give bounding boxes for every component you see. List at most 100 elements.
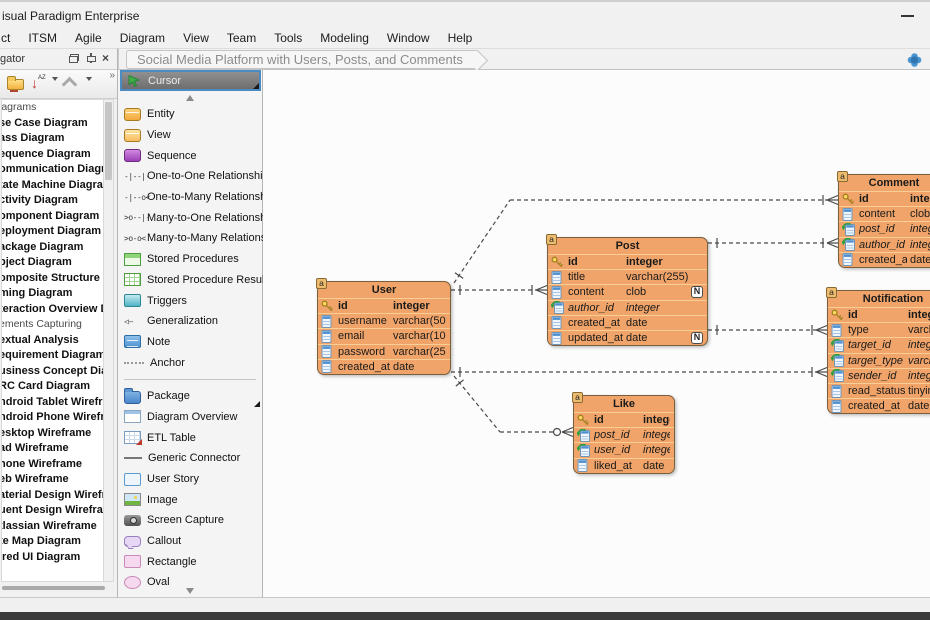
dropdown-caret-icon[interactable] [52, 81, 58, 99]
nav-item-ad-wireframe[interactable]: ad Wireframe [1, 441, 104, 457]
pin-icon[interactable] [86, 53, 95, 63]
nav-item-tate-machine-diagram[interactable]: tate Machine Diagram [1, 178, 104, 194]
nav-item-bject-diagram[interactable]: bject Diagram [1, 255, 104, 271]
tool-cursor[interactable]: Cursor [120, 70, 261, 91]
entity-column-row[interactable]: author_idinteger [839, 237, 930, 252]
entity-column-row[interactable]: user_idinteger [574, 442, 674, 457]
nav-item-rc-card-diagram[interactable]: RC Card Diagram [1, 379, 104, 395]
open-folder-icon[interactable] [7, 79, 24, 90]
entity-column-row[interactable]: liked_atdate [574, 458, 674, 473]
tool-stored-procedures[interactable]: Stored Procedures [124, 249, 260, 270]
tool-anchor[interactable]: Anchor [124, 352, 260, 373]
menu-item-window[interactable]: Window [378, 29, 439, 47]
dropdown-caret-icon[interactable] [86, 81, 92, 99]
nav-item-usiness-concept-diagram[interactable]: usiness Concept Diagram [1, 364, 104, 380]
entity-column-row[interactable]: usernamevarchar(50) [318, 313, 450, 328]
entity-column-row[interactable]: created_atdate [839, 252, 930, 267]
tool-etl-table[interactable]: ETL Table [124, 427, 260, 448]
navigator-vertical-scrollbar[interactable] [103, 99, 114, 582]
entity-column-row[interactable]: author_idinteger [548, 300, 707, 315]
nav-item-eb-wireframe[interactable]: eb Wireframe [1, 472, 104, 488]
nav-item-omposite-structure-diagram[interactable]: omposite Structure Diagram [1, 271, 104, 287]
menu-item-itsm[interactable]: ITSM [19, 29, 66, 47]
nav-item-ndroid-tablet-wireframe[interactable]: ndroid Tablet Wireframe [1, 395, 104, 411]
nav-item-te-map-diagram[interactable]: te Map Diagram [1, 534, 104, 550]
entity-column-row[interactable]: idinteger [318, 298, 450, 313]
connector-post-notification[interactable] [708, 325, 827, 335]
tool-image[interactable]: Image [124, 489, 260, 510]
entity-column-row[interactable]: idinteger [574, 412, 674, 427]
entity-column-row[interactable]: idinteger [828, 307, 930, 322]
nav-item-esktop-wireframe[interactable]: esktop Wireframe [1, 426, 104, 442]
tool-diagram-overview[interactable]: Diagram Overview [124, 407, 260, 428]
navigator-horizontal-scrollbar[interactable] [1, 584, 115, 593]
entity-column-row[interactable]: target_typevarchar [828, 353, 930, 368]
palette-scroll-up[interactable] [118, 95, 262, 101]
connector-user-notification[interactable] [451, 367, 827, 377]
tool-user-story[interactable]: User Story [124, 469, 260, 490]
nav-item-ndroid-phone-wireframe[interactable]: ndroid Phone Wireframe [1, 410, 104, 426]
entity-user[interactable]: aUseridintegerusernamevarchar(50)emailva… [317, 281, 451, 375]
entity-column-row[interactable]: created_atdate [828, 398, 930, 413]
entity-column-row[interactable]: created_atdate [318, 359, 450, 374]
menu-item-view[interactable]: View [174, 29, 218, 47]
nav-item-iagrams[interactable]: iagrams [1, 100, 104, 116]
nav-item-ired-ui-diagram[interactable]: ired UI Diagram [1, 550, 104, 566]
entity-column-row[interactable]: updated_atdateN [548, 330, 707, 345]
tool-callout[interactable]: Callout [124, 531, 260, 552]
entity-column-row[interactable]: titlevarchar(255) [548, 269, 707, 284]
entity-post[interactable]: aPostidintegertitlevarchar(255)contentcl… [547, 237, 708, 346]
nav-item-ctivity-diagram[interactable]: ctivity Diagram [1, 193, 104, 209]
menu-item-diagram[interactable]: Diagram [111, 29, 174, 47]
tool-many-to-many-relationship[interactable]: >o-o<Many-to-Many Relationship [124, 228, 260, 249]
tool-one-to-many-relationship[interactable]: -|--o<One-to-Many Relationship [124, 187, 260, 208]
close-icon[interactable]: × [102, 54, 109, 63]
nav-item-aterial-design-wireframe[interactable]: aterial Design Wireframe [1, 488, 104, 504]
menu-item-agile[interactable]: Agile [66, 29, 111, 47]
nav-item-hone-wireframe[interactable]: hone Wireframe [1, 457, 104, 473]
entity-column-row[interactable]: target_idinteger [828, 337, 930, 352]
tool-package[interactable]: Package [124, 386, 260, 407]
menu-item-tools[interactable]: Tools [265, 29, 311, 47]
menu-item-ct[interactable]: ct [0, 29, 19, 47]
tool-note[interactable]: Note [124, 332, 260, 353]
entity-column-row[interactable]: contentclob [839, 206, 930, 221]
tool-stored-procedure-resultset[interactable]: Stored Procedure ResultSet [124, 270, 260, 291]
tool-generalization[interactable]: ◁—Generalization [124, 311, 260, 332]
nav-item-uent-design-wireframe[interactable]: uent Design Wireframe [1, 503, 104, 519]
nav-item-ackage-diagram[interactable]: ackage Diagram [1, 240, 104, 256]
collapse-icon[interactable] [63, 77, 75, 85]
palette-scroll-down[interactable] [118, 588, 262, 594]
entity-column-row[interactable]: post_idinteger [574, 427, 674, 442]
entity-like[interactable]: aLikeidintegerpost_idintegeruser_idinteg… [573, 395, 675, 474]
menu-item-modeling[interactable]: Modeling [311, 29, 378, 47]
connector-user-post[interactable] [451, 285, 547, 295]
restore-icon[interactable] [69, 54, 79, 63]
nav-item-ass-diagram[interactable]: ass Diagram [1, 131, 104, 147]
tool-sequence[interactable]: Sequence [124, 145, 260, 166]
entity-column-row[interactable]: idinteger [548, 254, 707, 269]
entity-column-row[interactable]: created_atdate [548, 315, 707, 330]
menu-item-help[interactable]: Help [439, 29, 482, 47]
nav-item-tlassian-wireframe[interactable]: tlassian Wireframe [1, 519, 104, 535]
tool-many-to-one-relationship[interactable]: >o--|-Many-to-One Relationship [124, 207, 260, 228]
entity-column-row[interactable]: typevarchar [828, 322, 930, 337]
tool-entity[interactable]: Entity [124, 104, 260, 125]
nav-item-equence-diagram[interactable]: equence Diagram [1, 147, 104, 163]
nav-item-ming-diagram[interactable]: ming Diagram [1, 286, 104, 302]
nav-item-ommunication-diagram[interactable]: ommunication Diagram [1, 162, 104, 178]
nav-item-equirement-diagram[interactable]: equirement Diagram [1, 348, 104, 364]
nav-item-extual-analysis[interactable]: extual Analysis [1, 333, 104, 349]
minimize-button[interactable] [901, 15, 914, 17]
tool-generic-connector[interactable]: Generic Connector [124, 448, 260, 469]
tool-view[interactable]: View [124, 125, 260, 146]
connector-post-comment[interactable] [708, 238, 838, 248]
tool-rectangle[interactable]: Rectangle [124, 551, 260, 572]
entity-notification[interactable]: aNotificationidintegertypevarchartarget_… [827, 290, 930, 414]
entity-column-row[interactable]: read_statustinyint [828, 383, 930, 398]
breadcrumb[interactable]: Social Media Platform with Users, Posts,… [126, 50, 477, 69]
nav-item-teraction-overview-diagram[interactable]: teraction Overview Diagram [1, 302, 104, 318]
connector-user-like[interactable] [454, 376, 573, 437]
entity-column-row[interactable]: emailvarchar(100) [318, 328, 450, 343]
entity-column-row[interactable]: idinteger [839, 191, 930, 206]
